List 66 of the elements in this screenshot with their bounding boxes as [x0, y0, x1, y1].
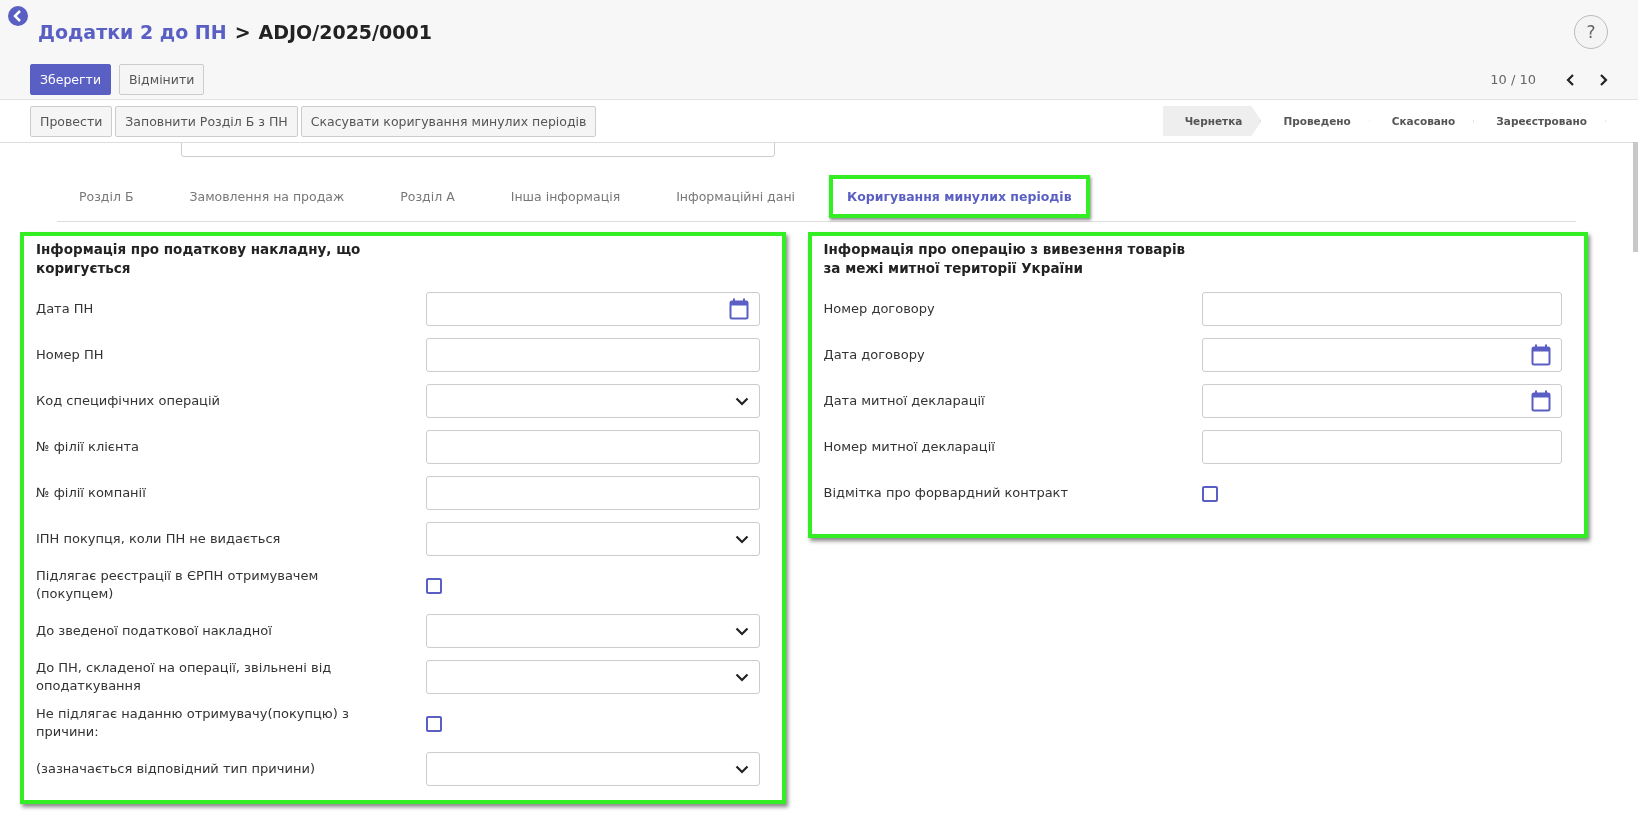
field-label: № філії компанії — [36, 484, 147, 502]
tab[interactable]: Розділ А — [378, 188, 477, 204]
date-field[interactable] — [1201, 338, 1562, 372]
field-label: До ПН, складеної на операції, звільнені від оподаткування — [36, 659, 333, 695]
status-stage[interactable]: Чернетка — [1162, 106, 1262, 136]
status-stage[interactable]: Зареєстровано — [1474, 106, 1606, 136]
tab[interactable]: Коригування минулих періодів — [829, 174, 1090, 218]
field-label: Не підлягає наданню отримувачу(покупцю) з причини: — [36, 705, 350, 741]
status-stage[interactable]: Проведено — [1261, 106, 1370, 136]
field-label: Номер ПН — [36, 346, 105, 364]
tab[interactable]: Інша інформація — [488, 188, 643, 204]
field-label: Номер митної декларації — [823, 438, 996, 456]
next-icon[interactable] — [1598, 73, 1608, 86]
breadcrumb-separator: > — [234, 21, 251, 43]
field-label: Дата митної декларації — [823, 392, 986, 410]
dropdown-field[interactable] — [426, 660, 760, 694]
action-button[interactable]: Провести — [30, 105, 113, 137]
date-field[interactable] — [426, 292, 760, 326]
calendar-icon[interactable] — [1531, 344, 1551, 366]
field-label: № філії клієнта — [36, 438, 140, 456]
dropdown-field[interactable] — [426, 522, 760, 556]
dropdown-field[interactable] — [426, 614, 760, 648]
action-button[interactable]: Скасувати коригування минулих періодів — [300, 105, 597, 137]
scrollbar[interactable] — [1633, 142, 1638, 252]
chevron-down-icon — [734, 396, 749, 406]
field-label: Дата договору — [823, 346, 926, 364]
tab[interactable]: Інформаційні дані — [654, 188, 818, 204]
section-title: Інформація про операцію з вивезення товарів за межі митної території України — [823, 240, 1187, 278]
chevron-down-icon — [734, 626, 749, 636]
date-field[interactable] — [1201, 384, 1562, 418]
previous-icon[interactable] — [1566, 73, 1576, 86]
tab[interactable]: Розділ Б — [57, 188, 156, 204]
input-field[interactable] — [1201, 292, 1562, 326]
breadcrumb-link[interactable]: Додатки 2 до ПН — [38, 21, 227, 43]
input-field[interactable] — [1201, 430, 1562, 464]
action-button[interactable]: Заповнити Розділ Б з ПН — [115, 105, 298, 137]
help-button[interactable]: ? — [1574, 15, 1608, 49]
chevron-down-icon — [734, 672, 749, 682]
chevron-down-icon — [734, 534, 749, 544]
field-label: Номер договору — [823, 300, 936, 318]
section-title: Інформація про податкову накладну, що коригується — [36, 240, 362, 278]
chevron-down-icon — [734, 764, 749, 774]
record-title: ADJO/2025/0001 — [258, 21, 432, 43]
field-label: Підлягає реєстрації в ЄРПН отримувачем (покупцем) — [36, 567, 320, 603]
field-label: Відмітка про форвардний контракт — [823, 484, 1070, 502]
input-field[interactable] — [426, 476, 760, 510]
field-label: (зазначається відповідний тип причини) — [36, 760, 316, 778]
field-label: ІПН покупця, коли ПН не видається — [36, 530, 282, 548]
dropdown-field[interactable] — [426, 752, 760, 786]
discard-button[interactable]: Відмінити — [119, 64, 205, 95]
back-icon[interactable] — [8, 6, 28, 26]
pager-counter: 10 / 10 — [1490, 72, 1536, 87]
field-label: Код специфічних операцій — [36, 392, 221, 410]
dropdown-field[interactable] — [426, 384, 760, 418]
tab[interactable]: Замовлення на продаж — [167, 188, 367, 204]
save-button[interactable]: Зберегти — [30, 64, 111, 95]
checkbox[interactable] — [426, 578, 442, 594]
checkbox[interactable] — [426, 716, 442, 732]
calendar-icon[interactable] — [728, 298, 749, 320]
input-field[interactable] — [426, 338, 760, 372]
field-label: Дата ПН — [36, 300, 95, 318]
calendar-icon[interactable] — [1531, 390, 1551, 412]
checkbox[interactable] — [1201, 486, 1218, 502]
input-field[interactable] — [426, 430, 760, 464]
field-label: До зведеної податкової накладної — [36, 622, 273, 640]
status-stage[interactable]: Скасовано — [1369, 106, 1475, 136]
